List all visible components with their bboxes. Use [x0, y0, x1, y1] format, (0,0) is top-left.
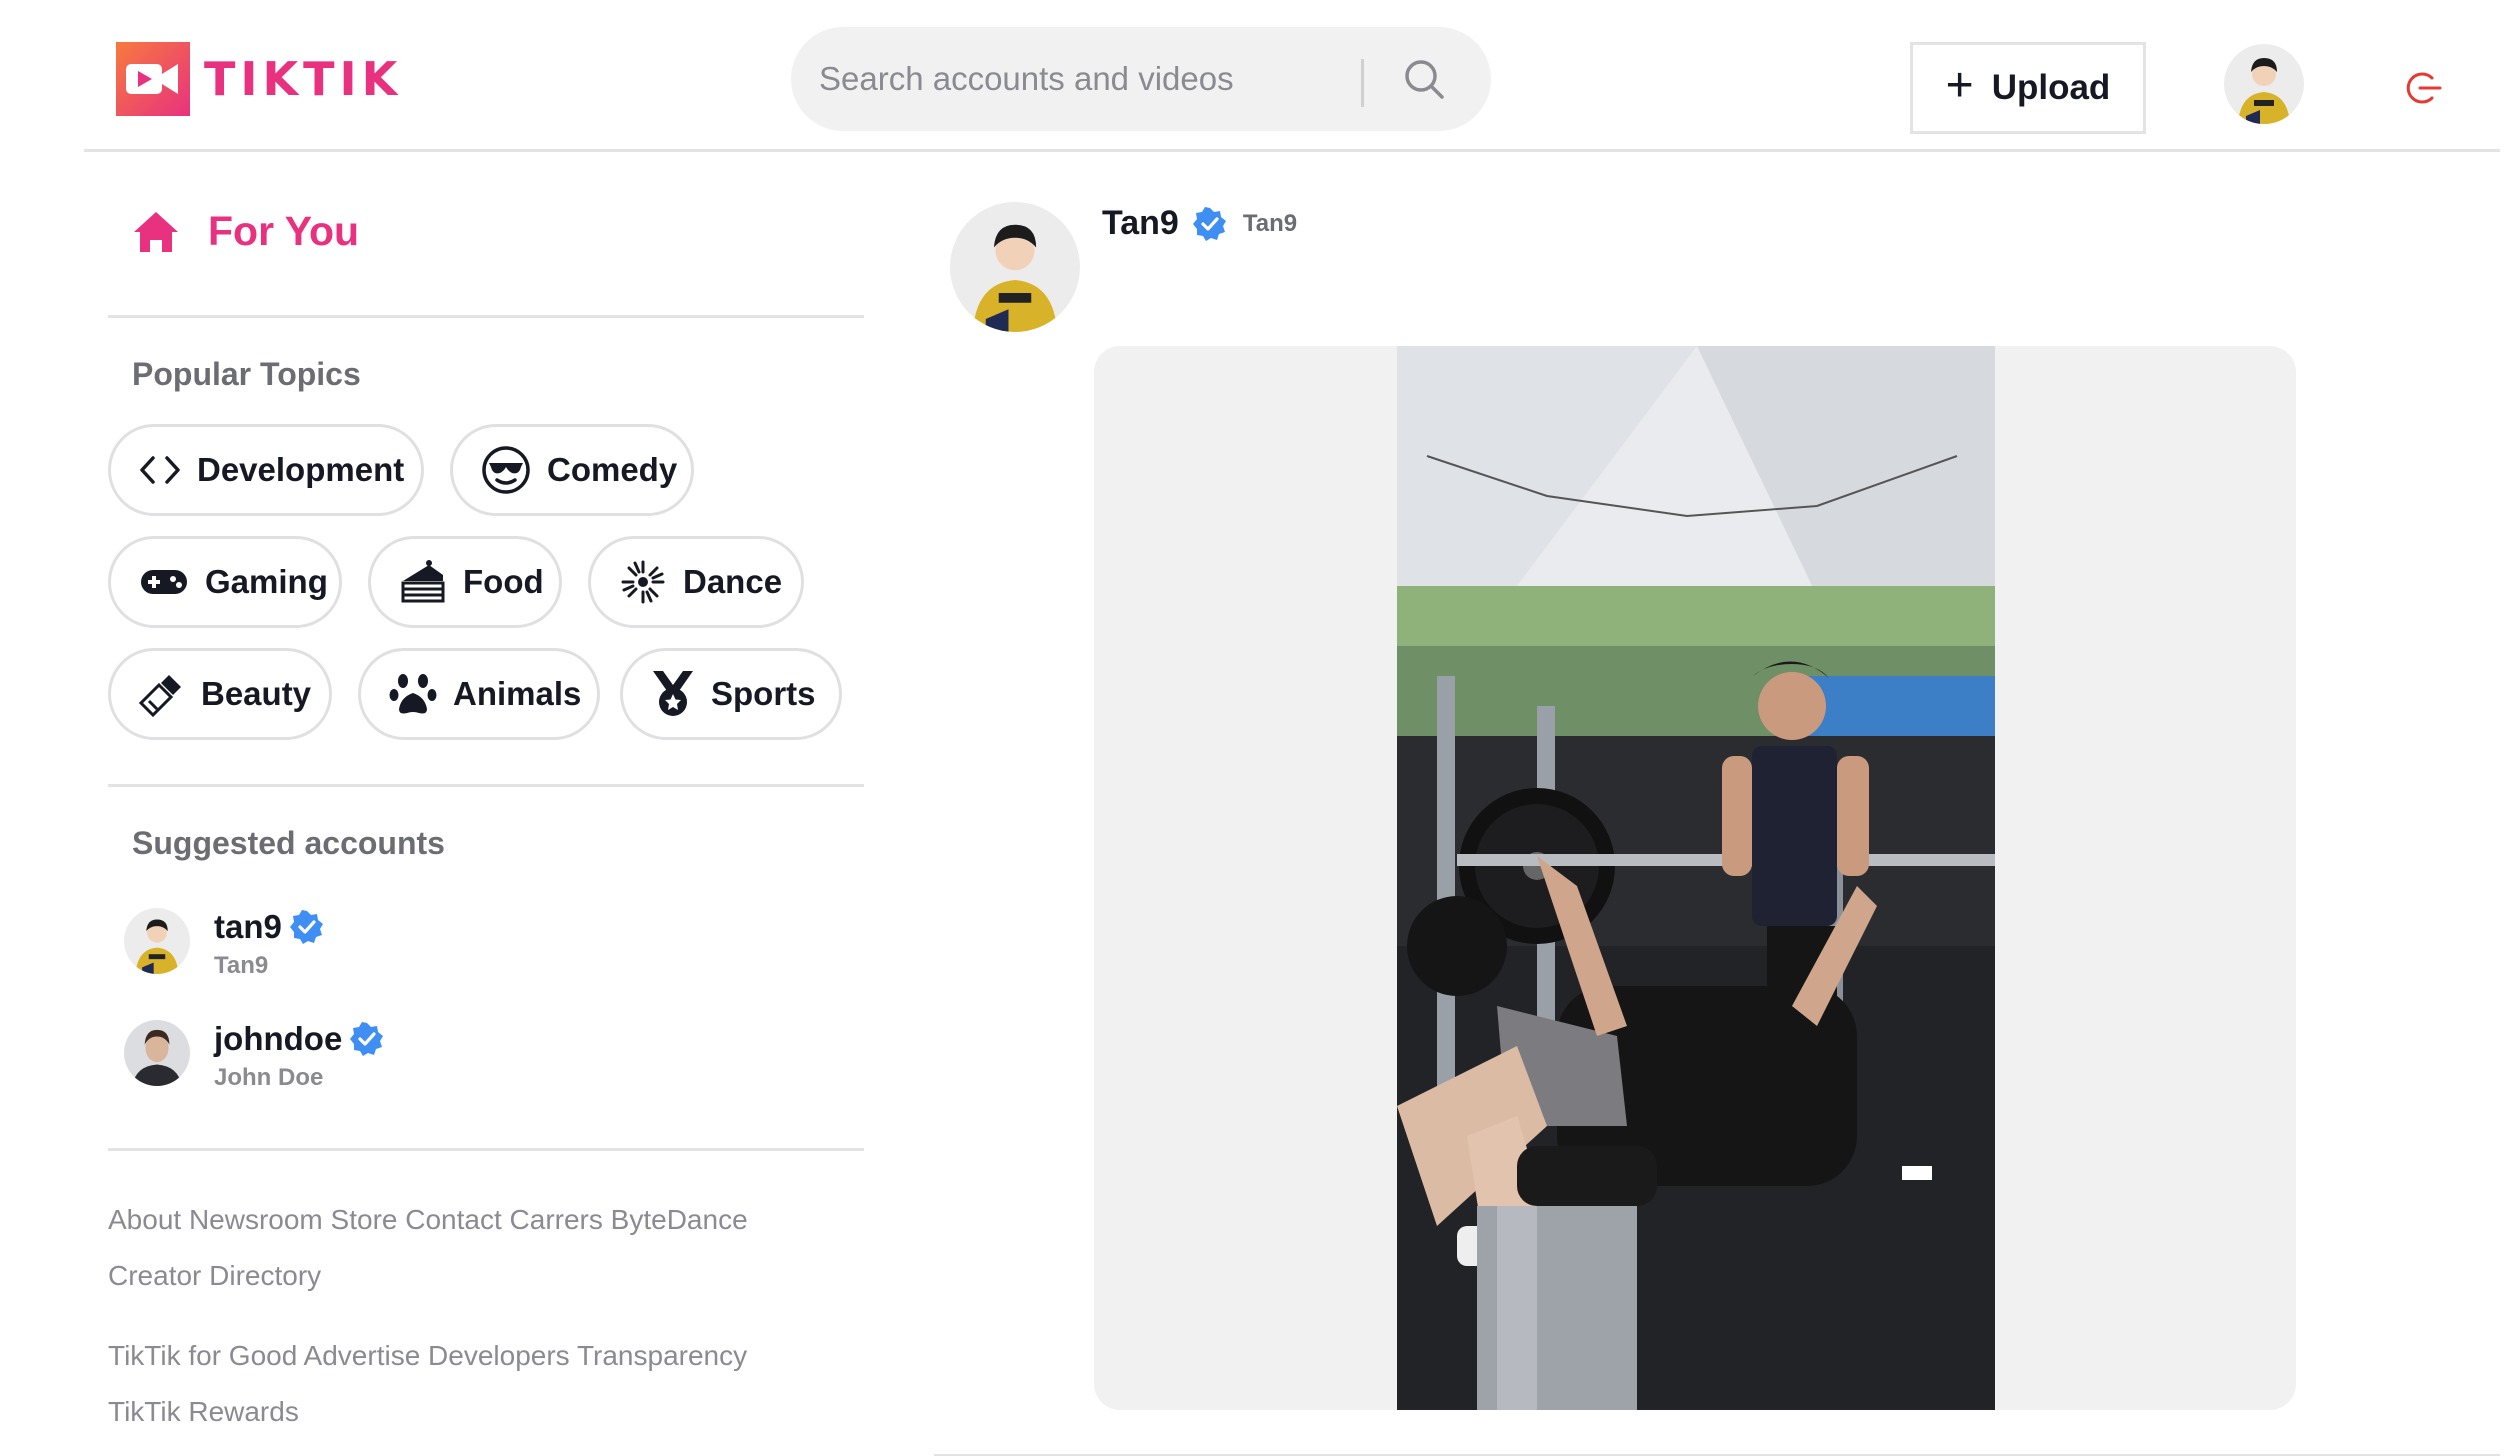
topic-label: Animals	[453, 675, 582, 712]
avatar-image	[950, 202, 1080, 332]
dance-burst-icon	[621, 560, 665, 604]
page: TIKTIK + Upload	[0, 0, 2504, 1456]
topic-comedy[interactable]: Comedy	[450, 424, 694, 516]
topic-label: Comedy	[547, 451, 678, 488]
footer-link-transparency[interactable]: Transparency	[577, 1340, 747, 1371]
footer-link-contact[interactable]: Contact	[405, 1204, 502, 1235]
avatar-image	[124, 1020, 190, 1086]
topic-food[interactable]: Food	[368, 536, 562, 628]
account-handle: johndoe	[214, 1020, 343, 1057]
footer-links-row1b: Creator Directory	[108, 1260, 868, 1292]
topic-beauty[interactable]: Beauty	[108, 648, 332, 740]
divider	[108, 1148, 864, 1151]
suggested-accounts-title: Suggested accounts	[132, 825, 445, 861]
footer-link-creator-directory[interactable]: Creator Directory	[108, 1260, 321, 1291]
search-button[interactable]	[1396, 53, 1452, 105]
popular-topics-title: Popular Topics	[132, 356, 361, 392]
footer-links-row1: About Newsroom Store Contact Carrers Byt…	[108, 1204, 868, 1236]
logout-icon[interactable]	[2404, 68, 2444, 108]
gamepad-icon	[141, 570, 187, 594]
topic-label: Dance	[683, 563, 783, 600]
topic-label: Sports	[711, 675, 816, 712]
footer-link-bytedance[interactable]: ByteDance	[611, 1204, 748, 1235]
topic-development[interactable]: Development	[108, 424, 424, 516]
search-divider	[1361, 59, 1364, 107]
divider	[108, 315, 864, 318]
footer-link-for-good[interactable]: TikTik for Good	[108, 1340, 297, 1371]
video-player[interactable]	[1397, 346, 1995, 1410]
medal-icon	[653, 671, 693, 716]
profile-avatar[interactable]	[2224, 44, 2304, 124]
logo-text: TIKTIK	[204, 52, 403, 106]
logo[interactable]: TIKTIK	[116, 42, 402, 116]
post-author-name: Tan9	[1242, 209, 1298, 237]
sidebar: For You Popular Topics Development Comed…	[108, 152, 864, 1456]
lipstick-icon	[139, 675, 181, 717]
footer-links-row2b: TikTik Rewards	[108, 1396, 868, 1428]
search-input[interactable]	[819, 27, 1339, 131]
sunglasses-face-icon	[482, 446, 530, 494]
sidebar-item-for-you[interactable]: For You	[132, 208, 359, 255]
video-frame	[1397, 346, 1995, 1410]
verified-badge-icon	[289, 910, 323, 944]
verified-badge-icon	[350, 1022, 384, 1056]
post-author: Tan9 Tan9	[1102, 204, 1297, 243]
footer-link-developers[interactable]: Developers	[428, 1340, 570, 1371]
verified-badge-icon	[1192, 206, 1226, 241]
avatar-image	[2224, 44, 2304, 124]
search-bar	[791, 27, 1491, 131]
upload-label: Upload	[1991, 68, 2111, 107]
topic-label: Development	[197, 451, 405, 488]
logo-icon	[116, 42, 190, 116]
footer-link-store[interactable]: Store	[331, 1204, 398, 1235]
top-navbar: TIKTIK + Upload	[84, 0, 2500, 152]
topic-sports[interactable]: Sports	[620, 648, 842, 740]
search-icon	[1405, 60, 1444, 99]
footer-link-careers[interactable]: Carrers	[510, 1204, 603, 1235]
topic-animals[interactable]: Animals	[358, 648, 600, 740]
for-you-label: For You	[208, 208, 360, 254]
topic-gaming[interactable]: Gaming	[108, 536, 342, 628]
avatar	[124, 908, 190, 974]
topic-label: Beauty	[201, 675, 312, 712]
footer-link-newsroom[interactable]: Newsroom	[189, 1204, 323, 1235]
paw-icon	[389, 674, 437, 714]
plus-icon: +	[1945, 59, 1974, 112]
footer-link-rewards[interactable]: TikTik Rewards	[108, 1396, 299, 1427]
suggested-account-johndoe[interactable]: johndoe John Doe	[124, 1020, 384, 1092]
upload-button[interactable]: + Upload	[1910, 42, 2146, 134]
account-name: Tan9	[214, 952, 269, 979]
footer-links-row2: TikTik for Good Advertise Developers Tra…	[108, 1340, 868, 1372]
account-name: John Doe	[214, 1064, 324, 1091]
footer-link-advertise[interactable]: Advertise	[304, 1340, 421, 1371]
topic-dance[interactable]: Dance	[588, 536, 804, 628]
home-icon	[134, 211, 178, 252]
footer-link-about[interactable]: About	[108, 1204, 181, 1235]
topic-label: Gaming	[205, 563, 328, 600]
account-handle: tan9	[214, 908, 282, 945]
topic-label: Food	[463, 563, 544, 600]
divider	[108, 784, 864, 787]
suggested-account-tan9[interactable]: tan9 Tan9	[124, 908, 324, 980]
code-icon	[140, 456, 180, 484]
cake-icon	[401, 560, 445, 603]
avatar-image	[124, 908, 190, 974]
post-author-handle[interactable]: Tan9	[1102, 204, 1179, 243]
avatar	[124, 1020, 190, 1086]
post-author-avatar[interactable]	[950, 202, 1080, 332]
